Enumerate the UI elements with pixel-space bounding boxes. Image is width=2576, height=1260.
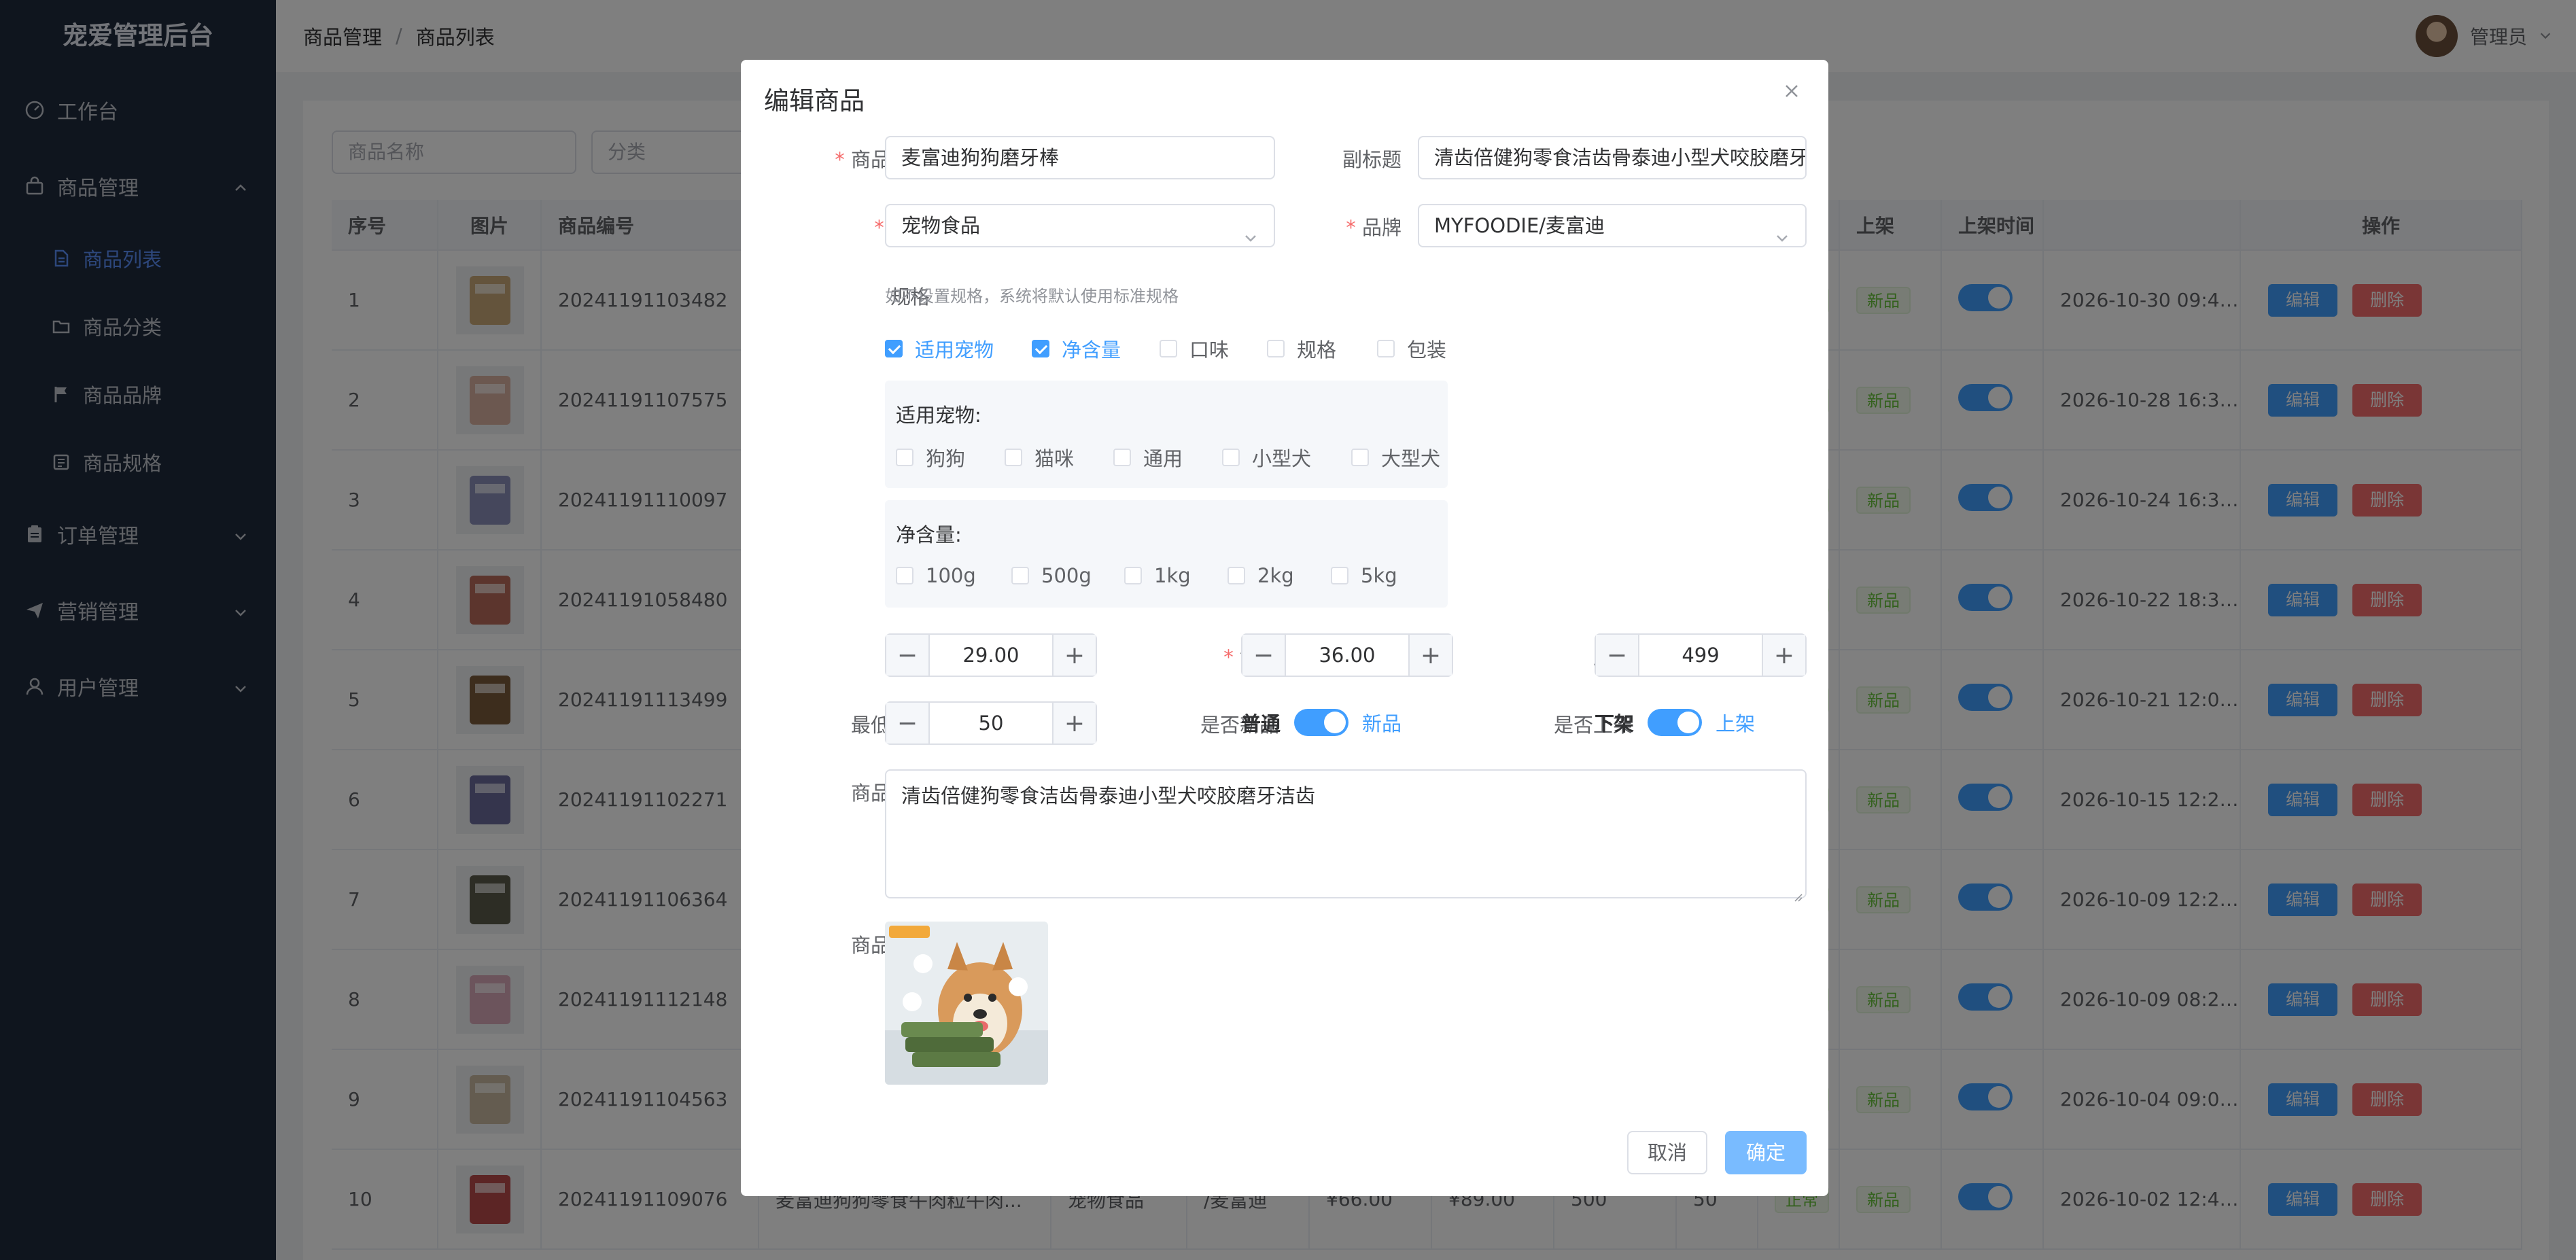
plus-icon[interactable]: +: [1052, 703, 1096, 743]
brand-label: 品牌: [1346, 212, 1402, 241]
plus-icon[interactable]: +: [1052, 635, 1096, 676]
checkbox-label: 2kg: [1257, 564, 1294, 587]
plus-icon[interactable]: +: [1762, 635, 1805, 676]
close-icon[interactable]: [1778, 77, 1805, 105]
switch-track[interactable]: [1648, 709, 1703, 736]
checkbox-box: [1351, 449, 1369, 466]
plus-icon[interactable]: +: [1408, 635, 1452, 676]
checkbox-label: 通用: [1143, 447, 1183, 470]
weight-option[interactable]: 2kg: [1228, 564, 1294, 587]
pet-option[interactable]: 大型犬: [1351, 443, 1440, 472]
cost-value[interactable]: 29.00: [930, 635, 1052, 676]
checkbox-box: [1377, 340, 1395, 357]
pet-option[interactable]: 通用: [1113, 443, 1183, 472]
checkbox-label: 狗狗: [926, 447, 966, 470]
minus-icon[interactable]: −: [886, 635, 930, 676]
pet-option[interactable]: 小型犬: [1222, 443, 1311, 472]
resize-handle-icon[interactable]: [1792, 883, 1803, 902]
weight-option[interactable]: 500g: [1011, 564, 1092, 587]
checkbox-box: [1222, 449, 1240, 466]
subtitle-input[interactable]: 清齿倍健狗零食洁齿骨泰迪小型犬咬胶磨牙: [1418, 136, 1807, 179]
checkbox-label: 5kg: [1361, 564, 1397, 587]
is-new-switch[interactable]: 普通 新品: [1241, 708, 1402, 737]
checkbox-box: [896, 449, 913, 466]
checkbox-label: 小型犬: [1252, 447, 1312, 470]
cancel-button[interactable]: 取消: [1627, 1131, 1707, 1174]
spec-option-pet[interactable]: 适用宠物: [885, 334, 994, 363]
checkbox-label: 包装: [1407, 338, 1447, 362]
weight-option[interactable]: 100g: [896, 564, 976, 587]
weight-option[interactable]: 5kg: [1331, 564, 1397, 587]
spec-group-pet: 适用宠物: 狗狗 猫咪 通用 小型犬 大型犬: [885, 381, 1448, 488]
edit-goods-dialog: 编辑商品 商品名称 麦富迪狗狗磨牙棒 副标题 清齿倍健狗零食洁齿骨泰迪小型犬咬胶…: [741, 60, 1828, 1196]
minus-icon[interactable]: −: [1596, 635, 1639, 676]
checkbox-box: [1160, 340, 1177, 357]
checkbox-label: 1kg: [1154, 564, 1191, 587]
spec-group-title: 适用宠物:: [896, 404, 981, 427]
dialog-title: 编辑商品: [764, 86, 865, 116]
switch-off-label: 普通: [1241, 712, 1281, 735]
checkbox-box: [1005, 449, 1022, 466]
product-image[interactable]: [885, 922, 1048, 1085]
detail-value: 清齿倍健狗零食洁齿骨泰迪小型犬咬胶磨牙洁齿: [901, 784, 1316, 807]
price-value[interactable]: 36.00: [1286, 635, 1408, 676]
checkbox-box: [1228, 567, 1245, 584]
switch-on-label: 新品: [1362, 712, 1402, 735]
checkbox-box: [1124, 567, 1142, 584]
brand-value: MYFOODIE/麦富迪: [1434, 214, 1605, 237]
spec-option-flavor[interactable]: 口味: [1160, 334, 1229, 363]
switch-track[interactable]: [1294, 709, 1349, 736]
checkbox-label: 500g: [1041, 564, 1092, 587]
chevron-down-icon: [1242, 219, 1259, 242]
on-shelf-switch[interactable]: 下架 上架: [1595, 708, 1755, 737]
pet-option[interactable]: 狗狗: [896, 443, 965, 472]
switch-off-label: 下架: [1595, 712, 1635, 735]
checkbox-box: [1331, 567, 1348, 584]
min-stock-stepper[interactable]: − 50 +: [885, 701, 1097, 745]
price-stepper[interactable]: − 36.00 +: [1241, 633, 1453, 677]
weight-option[interactable]: 1kg: [1124, 564, 1191, 587]
checkbox-label: 规格: [1297, 338, 1337, 362]
spec-group-weight: 净含量: 100g 500g 1kg 2kg 5kg: [885, 500, 1448, 608]
name-input[interactable]: 麦富迪狗狗磨牙棒: [885, 136, 1275, 179]
checkbox-box: [1113, 449, 1131, 466]
spec-hint: 如不设置规格，系统将默认使用标准规格: [885, 287, 1179, 306]
brand-select[interactable]: MYFOODIE/麦富迪: [1418, 204, 1807, 247]
category-value: 宠物食品: [901, 214, 981, 237]
checkbox-label: 大型犬: [1381, 447, 1441, 470]
checkbox-box: [1032, 340, 1049, 357]
switch-on-label: 上架: [1716, 712, 1756, 735]
checkbox-label: 净含量: [1062, 338, 1121, 362]
minus-icon[interactable]: −: [886, 703, 930, 743]
subtitle-label: 副标题: [1342, 148, 1402, 171]
stock-value[interactable]: 499: [1639, 635, 1762, 676]
checkbox-label: 口味: [1189, 338, 1230, 362]
checkbox-box: [1011, 567, 1029, 584]
confirm-button[interactable]: 确定: [1725, 1131, 1807, 1174]
spec-group-title: 净含量:: [896, 523, 962, 546]
checkbox-label: 猫咪: [1034, 447, 1075, 470]
checkbox-label: 适用宠物: [915, 338, 994, 362]
checkbox-box: [1267, 340, 1285, 357]
minus-icon[interactable]: −: [1242, 635, 1286, 676]
min-stock-value[interactable]: 50: [930, 703, 1052, 743]
spec-option-spec[interactable]: 规格: [1267, 334, 1336, 363]
checkbox-label: 100g: [926, 564, 976, 587]
checkbox-box: [885, 340, 903, 357]
pet-option[interactable]: 猫咪: [1005, 443, 1074, 472]
chevron-down-icon: [1774, 219, 1790, 242]
category-select[interactable]: 宠物食品: [885, 204, 1275, 247]
detail-textarea[interactable]: 清齿倍健狗零食洁齿骨泰迪小型犬咬胶磨牙洁齿: [885, 769, 1807, 902]
stock-stepper[interactable]: − 499 +: [1595, 633, 1807, 677]
cost-stepper[interactable]: − 29.00 +: [885, 633, 1097, 677]
spec-option-package[interactable]: 包装: [1377, 334, 1446, 363]
checkbox-box: [896, 567, 913, 584]
spec-option-weight[interactable]: 净含量: [1032, 334, 1121, 363]
